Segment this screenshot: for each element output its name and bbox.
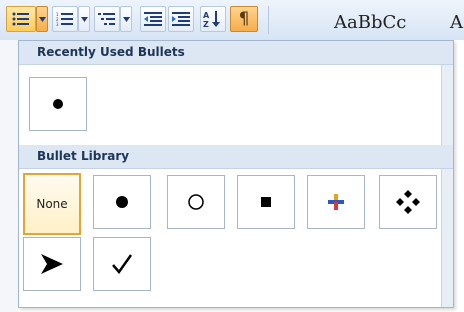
svg-text:A: A (203, 11, 210, 20)
bullet-library-header: Bullet Library (19, 145, 453, 169)
increase-indent-icon (169, 7, 193, 31)
bullet-checkmark-option[interactable] (93, 237, 151, 291)
svg-text:3: 3 (56, 22, 59, 26)
multilevel-list-icon (95, 7, 119, 31)
bullet-colorful-cross-option[interactable] (307, 175, 365, 229)
chevron-down-icon (37, 7, 47, 31)
bullet-none-option[interactable]: None (23, 173, 81, 235)
filled-circle-bullet-icon (116, 196, 128, 208)
recently-used-header: Recently Used Bullets (19, 41, 453, 65)
colorful-cross-bullet-icon (328, 194, 344, 210)
pilcrow-icon: ¶ (238, 9, 250, 29)
numbering-button[interactable]: 1 2 3 (52, 6, 78, 32)
numbering-dropdown-arrow[interactable] (78, 6, 90, 32)
bullet-dropdown-panel: Recently Used Bullets Bullet Library Non… (18, 40, 454, 308)
bullet-arrowhead-option[interactable] (23, 237, 81, 291)
square-bullet-icon (261, 197, 271, 207)
style-preview-next: A (450, 12, 463, 33)
checkmark-bullet-icon (112, 254, 133, 275)
show-hide-marks-button[interactable]: ¶ (230, 6, 258, 32)
hollow-circle-bullet-icon (188, 194, 204, 210)
bullet-list-icon (7, 7, 35, 31)
style-gallery-preview[interactable]: AaBbCc A (334, 12, 463, 33)
document-edge (0, 40, 18, 312)
arrowhead-bullet-icon (41, 254, 63, 274)
bullets-dropdown-arrow[interactable] (36, 6, 48, 32)
increase-indent-button[interactable] (168, 6, 194, 32)
ribbon-toolbar: 1 2 3 A Z ¶ AaBbCc A (0, 0, 464, 40)
chevron-down-icon (79, 7, 89, 31)
bullet-square-option[interactable] (237, 175, 295, 229)
numbered-list-icon: 1 2 3 (53, 7, 77, 31)
decrease-indent-icon (141, 7, 165, 31)
bullets-button[interactable] (6, 6, 36, 32)
chevron-down-icon (121, 7, 131, 31)
bullet-hollow-circle-option[interactable] (167, 175, 225, 229)
style-preview-text: AaBbCc (334, 12, 407, 33)
sort-button[interactable]: A Z (200, 6, 226, 32)
bullet-none-label: None (36, 197, 68, 211)
scrollbar[interactable] (441, 41, 453, 307)
decrease-indent-button[interactable] (140, 6, 166, 32)
filled-circle-bullet-icon (53, 99, 63, 109)
svg-text:Z: Z (203, 20, 209, 28)
sort-az-icon: A Z (201, 7, 225, 31)
diamond-cluster-bullet-icon (396, 190, 420, 214)
bullet-diamond-cluster-option[interactable] (379, 175, 437, 229)
toolbar-divider (268, 6, 269, 34)
bullet-filled-circle-option[interactable] (93, 175, 151, 229)
multilevel-list-button[interactable] (94, 6, 120, 32)
multilevel-dropdown-arrow[interactable] (120, 6, 132, 32)
recent-bullet-filled-circle[interactable] (29, 77, 87, 131)
